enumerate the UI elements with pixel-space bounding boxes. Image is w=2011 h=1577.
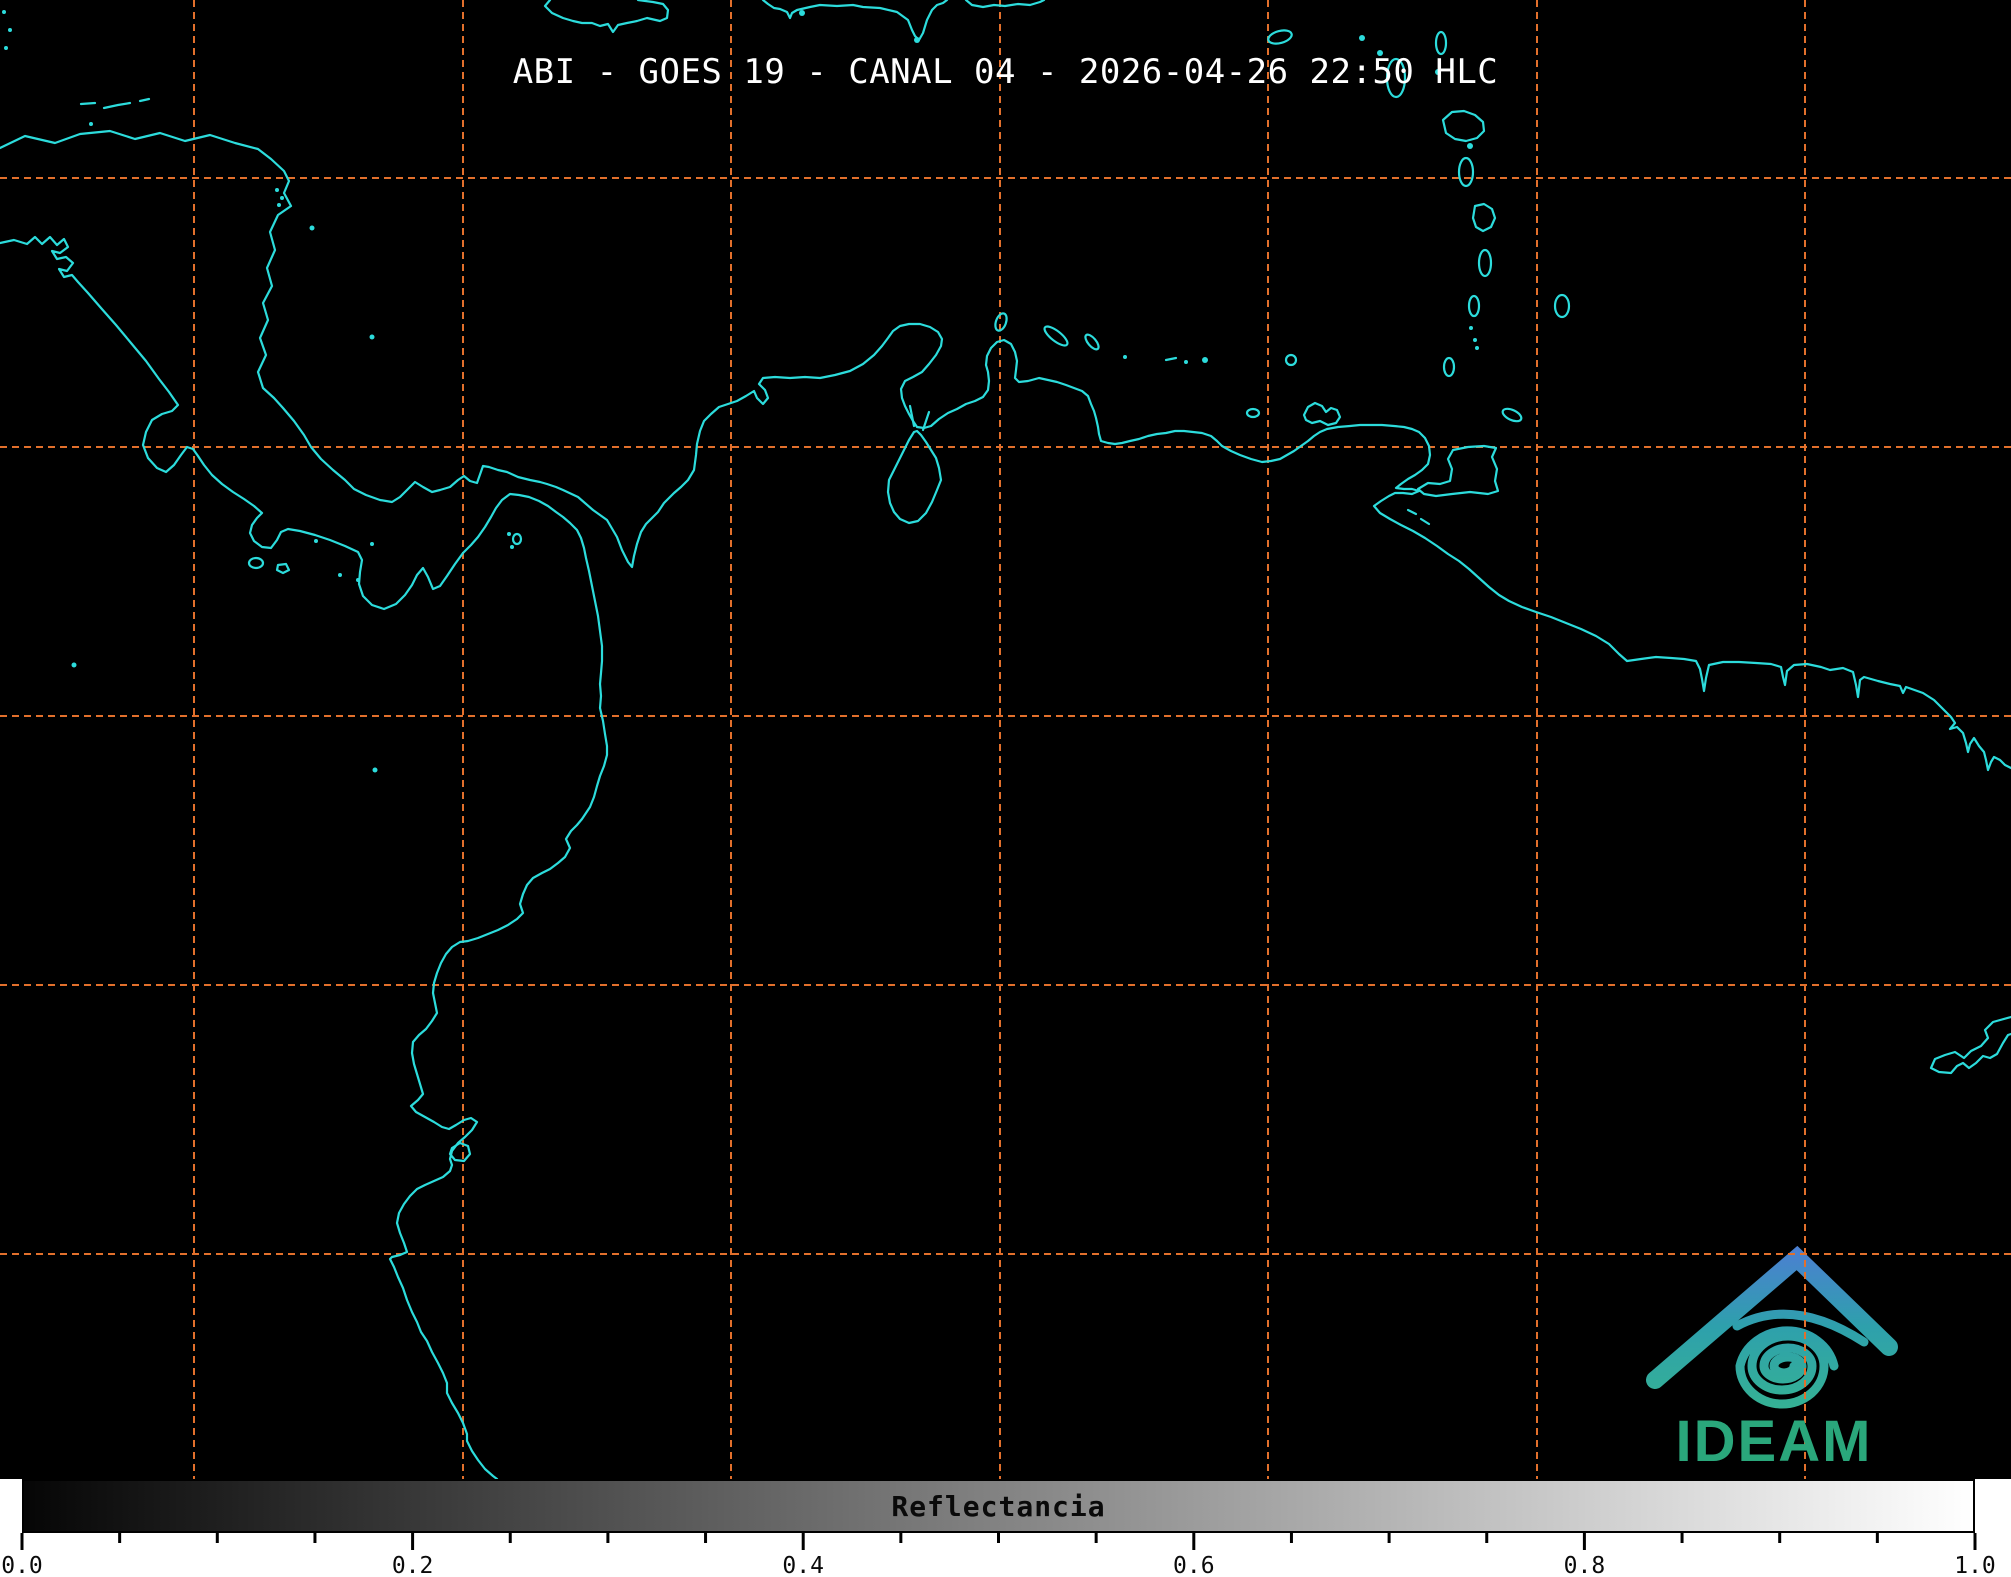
islands bbox=[81, 28, 1569, 1161]
colorbar-tick-label: 0.8 bbox=[1564, 1553, 1606, 1577]
island-guadeloupe bbox=[1267, 28, 1293, 46]
island-pearl bbox=[513, 534, 521, 544]
map-overlay-svg bbox=[0, 0, 2011, 1479]
image-title: ABI - GOES 19 - CANAL 04 - 2026-04-26 22… bbox=[0, 52, 2011, 92]
colorbar-tick-label: 0.2 bbox=[392, 1553, 434, 1577]
coastline-jamaica bbox=[545, 0, 668, 32]
map-canvas: ABI - GOES 19 - CANAL 04 - 2026-04-26 22… bbox=[0, 0, 2011, 1479]
colorbar-tick-label: 0.4 bbox=[782, 1553, 824, 1577]
latlon-gridlines bbox=[0, 0, 2011, 1479]
ideam-logo-text: IDEAM bbox=[1662, 1408, 1886, 1475]
coastline-lake-maracaibo bbox=[888, 431, 941, 523]
island-bonaire bbox=[1083, 333, 1101, 352]
colorbar-tick-label: 0.0 bbox=[1, 1553, 43, 1577]
island-antilles-s1 bbox=[1479, 250, 1491, 276]
island-delta-islets bbox=[1408, 510, 1429, 524]
island-margarita bbox=[1304, 403, 1340, 425]
island-la-orchila bbox=[1247, 409, 1259, 417]
island-bay-islands bbox=[81, 99, 149, 108]
colorbar-tick-label: 1.0 bbox=[1954, 1553, 1996, 1577]
island-dots bbox=[2, 10, 1479, 773]
island-aruba bbox=[993, 312, 1009, 332]
ideam-logo-icon bbox=[1655, 1258, 1889, 1404]
island-dominica bbox=[1436, 32, 1446, 54]
island-coiba2 bbox=[277, 564, 289, 573]
island-antilles-s2 bbox=[1469, 296, 1479, 316]
island-grenada bbox=[1444, 358, 1454, 376]
island-las-aves bbox=[1166, 358, 1176, 360]
coastline-puerto-rico bbox=[966, 0, 1044, 7]
island-blanquilla bbox=[1286, 355, 1296, 365]
coastline-amazon-mouth bbox=[1931, 1017, 2011, 1073]
coastline-caribbean bbox=[0, 131, 2011, 770]
island-curacao bbox=[1042, 323, 1070, 348]
island-st-lucia bbox=[1443, 111, 1484, 141]
island-tobago bbox=[1501, 406, 1523, 424]
island-puna bbox=[450, 1143, 470, 1161]
coastlines bbox=[0, 0, 2011, 1479]
coastline-hispaniola bbox=[763, 0, 947, 40]
colorbar-ticks: 0.0 0.2 0.4 0.6 0.8 1.0 bbox=[0, 1479, 2011, 1577]
island-barbados bbox=[1555, 295, 1569, 317]
island-antilles-blob bbox=[1473, 204, 1495, 231]
colorbar-tick-label: 0.6 bbox=[1173, 1553, 1215, 1577]
island-st-vincent bbox=[1459, 158, 1473, 186]
coastline-pacific bbox=[0, 237, 607, 1479]
island-coiba bbox=[249, 558, 263, 568]
